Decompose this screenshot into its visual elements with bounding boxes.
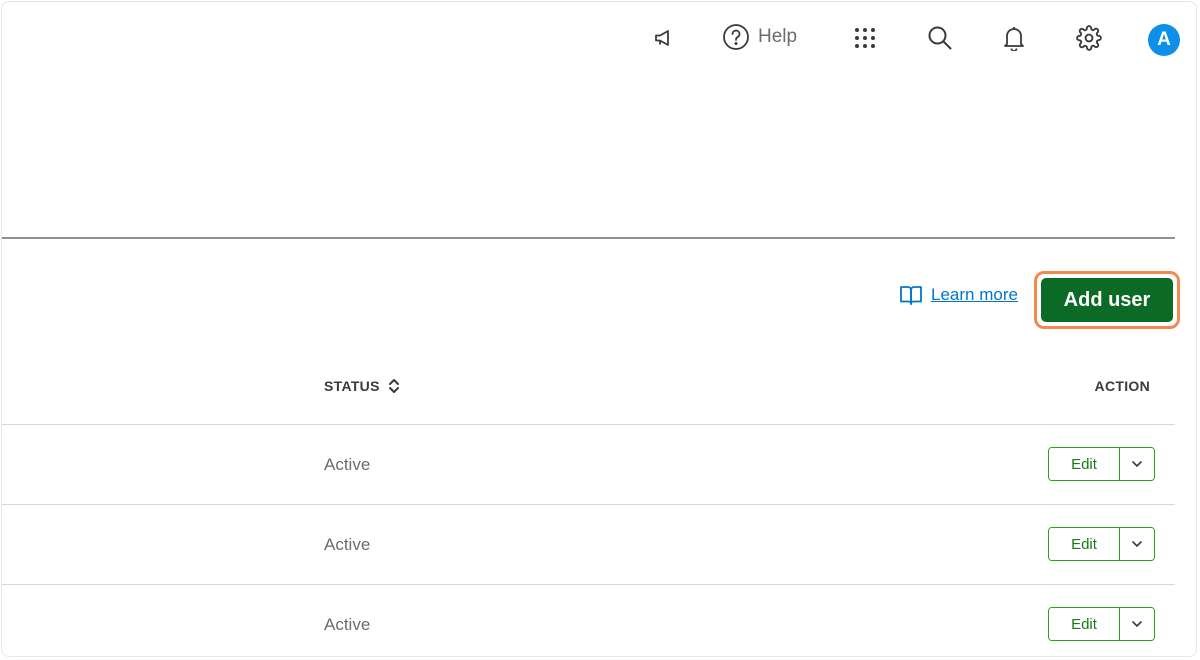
table-row: Active Edit [2, 504, 1175, 584]
app-window: Help A Learn more Add user STATUS ACTION… [1, 1, 1197, 657]
status-cell: Active [324, 455, 371, 474]
sort-icon [388, 378, 400, 394]
gear-icon[interactable] [1075, 24, 1103, 52]
search-icon[interactable] [926, 24, 954, 52]
learn-more-link[interactable]: Learn more [899, 284, 1018, 306]
status-cell: Active [324, 615, 371, 634]
status-cell: Active [324, 535, 371, 554]
avatar[interactable]: A [1148, 24, 1180, 56]
table-row: Active Edit [2, 424, 1175, 504]
status-header-label: STATUS [324, 378, 380, 394]
table-row: Active Edit [2, 584, 1175, 656]
learn-more-label: Learn more [931, 285, 1018, 304]
bell-icon[interactable] [1000, 24, 1028, 52]
action-split-button: Edit [1048, 447, 1155, 481]
add-user-button[interactable]: Add user [1041, 278, 1173, 322]
chevron-down-icon[interactable] [1120, 528, 1154, 560]
action-split-button: Edit [1048, 527, 1155, 561]
chevron-down-icon[interactable] [1120, 608, 1154, 640]
chevron-down-icon[interactable] [1120, 448, 1154, 480]
top-bar: Help A [2, 2, 1196, 78]
edit-button[interactable]: Edit [1049, 448, 1120, 480]
edit-button[interactable]: Edit [1049, 528, 1120, 560]
edit-button[interactable]: Edit [1049, 608, 1120, 640]
action-split-button: Edit [1048, 607, 1155, 641]
column-header-status[interactable]: STATUS [324, 378, 400, 394]
column-header-action: ACTION [1094, 378, 1150, 394]
help-label: Help [758, 26, 798, 47]
megaphone-icon[interactable] [650, 24, 678, 52]
help-circle-icon [722, 23, 750, 51]
app-grid-icon[interactable] [851, 24, 879, 52]
book-icon [899, 284, 923, 306]
section-divider [2, 237, 1175, 239]
help-button[interactable]: Help [722, 22, 797, 52]
